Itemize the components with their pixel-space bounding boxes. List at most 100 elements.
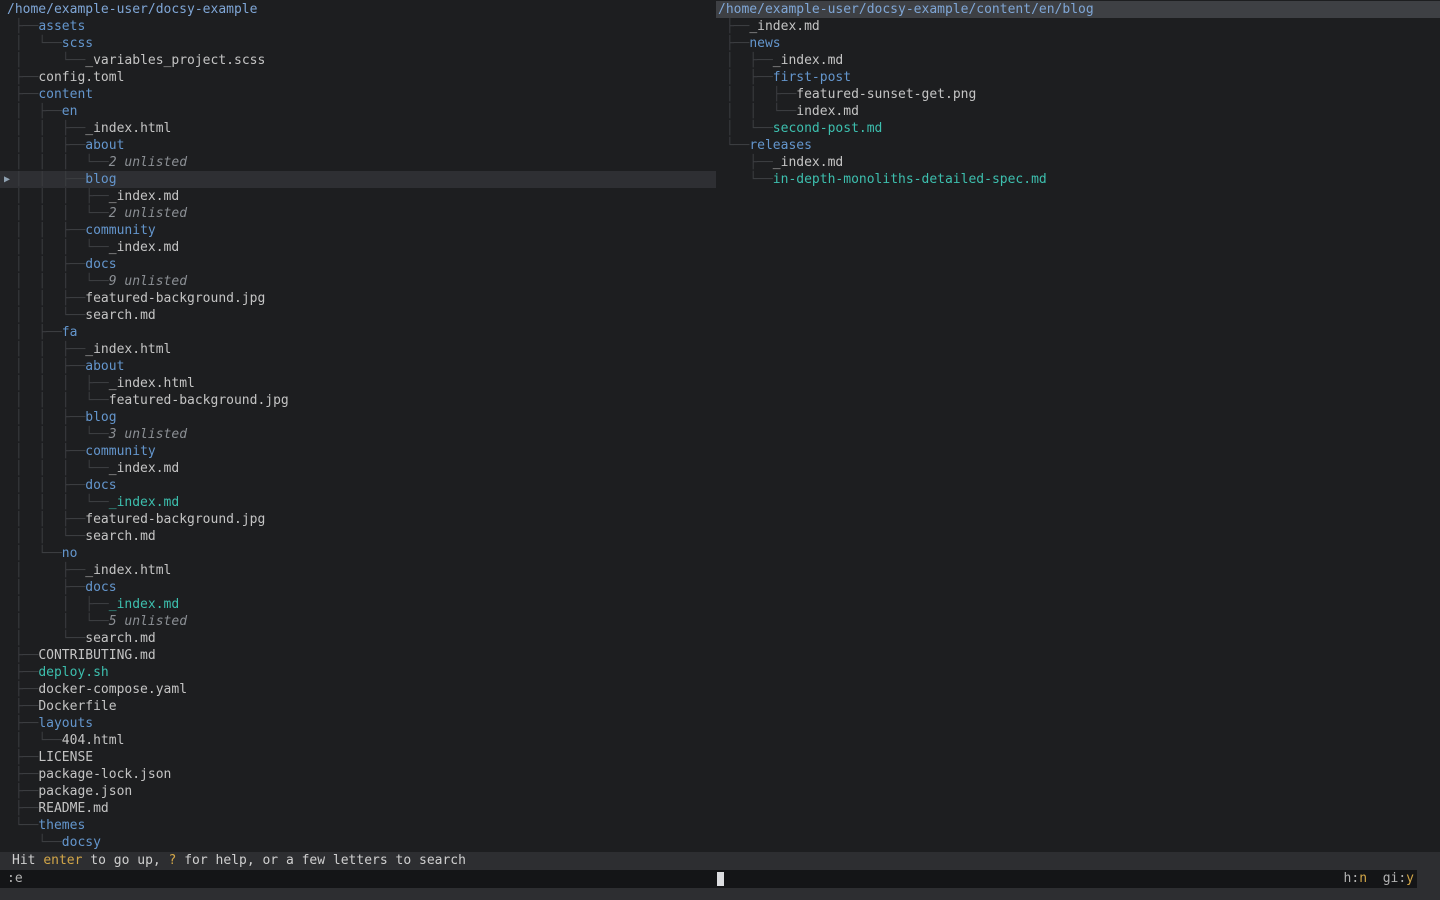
tree-row[interactable]: │ │ │ └──2 unlisted bbox=[0, 154, 716, 171]
text-cursor-icon bbox=[717, 872, 724, 886]
tree-row[interactable]: │ │ ├──docs bbox=[0, 477, 716, 494]
tree-row[interactable]: └──releases bbox=[716, 137, 1440, 154]
tree-row[interactable]: ▶ │ │ ├──blog bbox=[0, 171, 716, 188]
tree-row[interactable]: │ │ │ └──2 unlisted bbox=[0, 205, 716, 222]
tree-row[interactable]: │ └──_variables_project.scss bbox=[0, 52, 716, 69]
directory-name: en bbox=[62, 104, 78, 119]
tree-row[interactable]: ├──LICENSE bbox=[0, 749, 716, 766]
file-name: _index.md bbox=[749, 19, 819, 34]
tree-row[interactable]: │ │ └──search.md bbox=[0, 307, 716, 324]
tree-row[interactable]: ├──layouts bbox=[0, 715, 716, 732]
left-input-value[interactable]: :e bbox=[7, 870, 23, 888]
unlisted-count: 3 unlisted bbox=[109, 427, 187, 442]
tree-row[interactable]: │ │ │ ├──_index.html bbox=[0, 375, 716, 392]
tree-branch-guides: └── bbox=[718, 172, 773, 187]
file-name: featured-background.jpg bbox=[109, 393, 289, 408]
file-name: _index.md bbox=[773, 155, 843, 170]
tree-row[interactable]: ├──docker-compose.yaml bbox=[0, 681, 716, 698]
tree-row[interactable]: │ └──404.html bbox=[0, 732, 716, 749]
tree-row[interactable]: │ └──second-post.md bbox=[716, 120, 1440, 137]
tree-row[interactable]: │ │ │ └──_index.md bbox=[0, 239, 716, 256]
left-panel: /home/example-user/docsy-example ├──asse… bbox=[0, 0, 716, 852]
tree-branch-guides: ├── bbox=[7, 87, 38, 102]
tree-row[interactable]: ├──config.toml bbox=[0, 69, 716, 86]
input-line[interactable]: :e h:n gi:y bbox=[0, 870, 1440, 888]
tree-branch-guides: │ │ └── bbox=[7, 614, 109, 629]
tree-row[interactable]: └──docsy bbox=[0, 834, 716, 851]
tree-branch-guides: │ ├── bbox=[7, 563, 85, 578]
tree-branch-guides: │ │ ├── bbox=[7, 478, 85, 493]
tree-row[interactable]: ├──package.json bbox=[0, 783, 716, 800]
tree-row[interactable]: │ ├──_index.html bbox=[0, 562, 716, 579]
left-panel-path[interactable]: /home/example-user/docsy-example bbox=[0, 1, 716, 18]
tree-row[interactable]: │ │ ├──_index.html bbox=[0, 341, 716, 358]
tree-branch-guides: │ │ ├── bbox=[7, 223, 85, 238]
tree-row[interactable]: │ │ └──5 unlisted bbox=[0, 613, 716, 630]
file-name: docker-compose.yaml bbox=[38, 682, 187, 697]
tree-row[interactable]: │ ├──docs bbox=[0, 579, 716, 596]
directory-name: themes bbox=[38, 818, 85, 833]
tree-row[interactable]: │ └──search.md bbox=[0, 630, 716, 647]
tree-row[interactable]: │ │ ├──community bbox=[0, 443, 716, 460]
tree-branch-guides: │ │ ├── bbox=[7, 172, 85, 187]
directory-name: news bbox=[749, 36, 780, 51]
tree-row[interactable]: ├──assets bbox=[0, 18, 716, 35]
tree-row[interactable]: │ │ ├──_index.html bbox=[0, 120, 716, 137]
tree-row[interactable]: │ │ └──search.md bbox=[0, 528, 716, 545]
tree-row[interactable]: │ │ │ └──_index.md bbox=[0, 494, 716, 511]
tree-branch-guides: │ │ │ └── bbox=[7, 427, 109, 442]
tree-row[interactable]: ├──content bbox=[0, 86, 716, 103]
flag-gitignore-label: gi: bbox=[1383, 871, 1406, 886]
tree-row[interactable]: ├──README.md bbox=[0, 800, 716, 817]
tree-row[interactable]: │ │ │ └──9 unlisted bbox=[0, 273, 716, 290]
tree-row[interactable]: │ │ ├──about bbox=[0, 358, 716, 375]
tree-row[interactable]: └──in-depth-monoliths-detailed-spec.md bbox=[716, 171, 1440, 188]
directory-name: docsy bbox=[62, 835, 101, 850]
tree-row[interactable]: ├──CONTRIBUTING.md bbox=[0, 647, 716, 664]
tree-row[interactable]: │ │ │ ├──_index.md bbox=[0, 188, 716, 205]
tree-row[interactable]: └──themes bbox=[0, 817, 716, 834]
tree-row[interactable]: │ │ ├──featured-background.jpg bbox=[0, 511, 716, 528]
right-panel-path[interactable]: /home/example-user/docsy-example/content… bbox=[716, 1, 1440, 18]
tree-row[interactable]: │ │ ├──about bbox=[0, 137, 716, 154]
tree-branch-guides: │ │ ├── bbox=[7, 121, 85, 136]
tree-row[interactable]: │ └──no bbox=[0, 545, 716, 562]
tree-row[interactable]: │ │ ├──docs bbox=[0, 256, 716, 273]
tree-branch-guides: │ │ │ └── bbox=[7, 274, 109, 289]
flag-gap bbox=[1367, 871, 1383, 886]
tree-row[interactable]: │ │ ├──community bbox=[0, 222, 716, 239]
tree-row[interactable]: │ ├──first-post bbox=[716, 69, 1440, 86]
file-name: featured-sunset-get.png bbox=[796, 87, 976, 102]
tree-branch-guides: │ │ ├── bbox=[7, 342, 85, 357]
file-name: package-lock.json bbox=[38, 767, 171, 782]
directory-name: content bbox=[38, 87, 93, 102]
tree-row[interactable]: │ │ └──index.md bbox=[716, 103, 1440, 120]
tree-row[interactable]: │ │ │ └──featured-background.jpg bbox=[0, 392, 716, 409]
file-name: _index.html bbox=[109, 376, 195, 391]
left-tree: ├──assets │ └──scss │ └──_variables_proj… bbox=[0, 18, 716, 851]
tree-row[interactable]: ├──Dockerfile bbox=[0, 698, 716, 715]
tree-row[interactable]: ├──deploy.sh bbox=[0, 664, 716, 681]
tree-row[interactable]: ├──_index.md bbox=[716, 154, 1440, 171]
file-name: 404.html bbox=[62, 733, 125, 748]
tree-branch-guides: ├── bbox=[7, 801, 38, 816]
tree-row[interactable]: │ └──scss bbox=[0, 35, 716, 52]
tree-row[interactable]: │ │ ├──_index.md bbox=[0, 596, 716, 613]
tree-row[interactable]: │ │ ├──blog bbox=[0, 409, 716, 426]
file-name: config.toml bbox=[38, 70, 124, 85]
tree-branch-guides: │ │ ├── bbox=[7, 512, 85, 527]
tree-row[interactable]: │ │ ├──featured-background.jpg bbox=[0, 290, 716, 307]
tree-row[interactable]: │ │ │ └──_index.md bbox=[0, 460, 716, 477]
tree-row[interactable]: │ ├──fa bbox=[0, 324, 716, 341]
tree-row[interactable]: ├──_index.md bbox=[716, 18, 1440, 35]
tree-row[interactable]: │ │ │ └──3 unlisted bbox=[0, 426, 716, 443]
tree-row[interactable]: ├──news bbox=[716, 35, 1440, 52]
tree-row[interactable]: ├──package-lock.json bbox=[0, 766, 716, 783]
bottom-strip bbox=[0, 888, 1440, 900]
tree-branch-guides: ├── bbox=[7, 767, 38, 782]
tree-row[interactable]: │ │ ├──featured-sunset-get.png bbox=[716, 86, 1440, 103]
tree-row[interactable]: │ ├──en bbox=[0, 103, 716, 120]
tree-row[interactable]: │ ├──_index.md bbox=[716, 52, 1440, 69]
flag-hidden-label: h: bbox=[1344, 871, 1360, 886]
unlisted-count: 2 unlisted bbox=[109, 155, 187, 170]
